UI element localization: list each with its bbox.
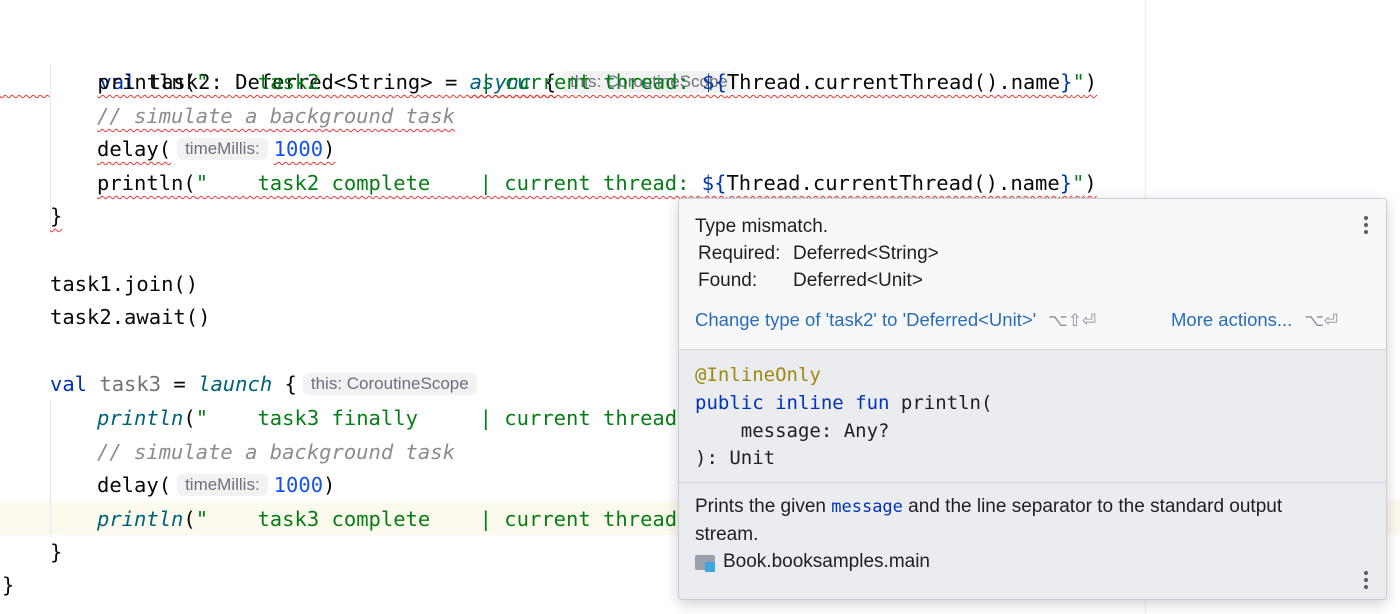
signature-name: println( bbox=[889, 392, 993, 414]
string-literal: " task3 complete | current thread: bbox=[195, 507, 702, 531]
code-line-11[interactable]: // simulate a background task bbox=[97, 435, 455, 469]
equals: = bbox=[161, 372, 199, 396]
found-label: Found: bbox=[698, 270, 758, 291]
inlay-hint-param: timeMillis: bbox=[177, 138, 268, 160]
signature-param: message: Any? bbox=[695, 420, 890, 442]
module-info: Book.booksamples.main bbox=[695, 551, 930, 573]
delay-call: delay( bbox=[97, 473, 172, 497]
code-line-5[interactable]: println(" task2 complete | current threa… bbox=[0, 166, 1097, 200]
more-actions-label[interactable]: More actions... bbox=[1171, 309, 1292, 330]
string-end: " bbox=[1072, 70, 1085, 94]
brace-close: } bbox=[50, 204, 63, 228]
signature-keywords: public inline fun bbox=[695, 392, 890, 414]
interp-open: ${ bbox=[702, 70, 727, 94]
code-line-15[interactable]: } bbox=[2, 568, 14, 602]
keyword-val: val bbox=[50, 372, 88, 396]
quick-fix-label[interactable]: Change type of 'task2' to 'Deferred<Unit… bbox=[695, 309, 1036, 330]
required-value: Deferred<String> bbox=[793, 243, 939, 264]
string-end: " bbox=[1072, 171, 1085, 195]
code-line-6[interactable]: } bbox=[0, 199, 62, 233]
paren-open: ( bbox=[183, 406, 196, 430]
signature-line: public inline fun println( bbox=[695, 392, 992, 414]
error-title: Type mismatch. bbox=[695, 216, 829, 237]
task2-await: task2.await() bbox=[50, 305, 211, 329]
task1-join: task1.join() bbox=[50, 272, 199, 296]
println-call: println bbox=[97, 507, 184, 531]
quick-fix-shortcut: ⌥⇧⏎ bbox=[1048, 311, 1097, 330]
paren-open: ( bbox=[183, 507, 196, 531]
string-literal: " task3 finally | current thread: bbox=[195, 406, 702, 430]
variable-name: task3 bbox=[87, 372, 162, 396]
paren-close: ) bbox=[1084, 171, 1097, 195]
annotation: @InlineOnly bbox=[695, 364, 821, 386]
number-literal: 1000 bbox=[273, 137, 324, 161]
string-literal: " task2 complete | current thread: bbox=[195, 171, 702, 195]
code-line-10[interactable]: println(" task3 finally | current thread… bbox=[97, 401, 702, 435]
doc-param-link[interactable]: message bbox=[831, 497, 903, 517]
error-quick-doc-popup[interactable]: Type mismatch. Required: Deferred<String… bbox=[678, 198, 1387, 600]
string-literal: " task2 | current thread: bbox=[196, 70, 703, 94]
comment: // simulate a background task bbox=[97, 440, 455, 464]
println-call: println bbox=[97, 406, 184, 430]
interp-close: } bbox=[1060, 70, 1073, 94]
doc-description: Prints the given message and the line se… bbox=[695, 493, 1335, 548]
brace-open: { bbox=[272, 372, 297, 396]
module-name: Book.booksamples.main bbox=[723, 551, 930, 572]
paren-close: ) bbox=[323, 473, 336, 497]
code-line-2[interactable]: println(" task2 | current thread: ${Thre… bbox=[0, 65, 1097, 99]
brace-close: } bbox=[50, 540, 63, 564]
inlay-hint-scope: this: CoroutineScope bbox=[302, 373, 477, 395]
code-line-9[interactable]: val task3 = launch {this: CoroutineScope bbox=[50, 367, 483, 401]
vertical-dots-icon[interactable] bbox=[1363, 216, 1369, 234]
launch-call: launch bbox=[198, 372, 273, 396]
code-line-8[interactable]: task2.await() bbox=[50, 300, 210, 334]
comment: // simulate a background task bbox=[97, 104, 455, 128]
quick-fix-action[interactable]: Change type of 'task2' to 'Deferred<Unit… bbox=[695, 309, 1096, 331]
code-line-3[interactable]: // simulate a background task bbox=[0, 99, 455, 133]
indent-guide bbox=[50, 400, 51, 535]
interp-expr: Thread.currentThread().name bbox=[726, 171, 1060, 195]
found-value: Deferred<Unit> bbox=[793, 270, 923, 291]
code-line-7[interactable]: task1.join() bbox=[50, 267, 198, 301]
code-line-4[interactable]: delay(timeMillis: 1000) bbox=[0, 132, 340, 166]
module-folder-icon bbox=[695, 553, 717, 572]
inlay-hint-param: timeMillis: bbox=[177, 474, 268, 496]
delay-call: delay( bbox=[97, 137, 172, 161]
code-line-1[interactable]: val task2: Deferred<String> = async {thi… bbox=[50, 31, 742, 94]
interp-expr: Thread.currentThread().name bbox=[726, 70, 1061, 94]
interp-open: ${ bbox=[701, 171, 727, 195]
signature-section: @InlineOnly public inline fun println( m… bbox=[679, 350, 1386, 482]
error-section: Type mismatch. Required: Deferred<String… bbox=[679, 199, 1386, 349]
more-actions-shortcut: ⌥⏎ bbox=[1304, 311, 1339, 330]
doc-text-part: Prints the given bbox=[695, 496, 832, 517]
println-call: println( bbox=[97, 70, 197, 94]
more-actions-link[interactable]: More actions... ⌥⏎ bbox=[1171, 309, 1338, 331]
paren-close: ) bbox=[1084, 70, 1098, 94]
println-call: println( bbox=[97, 171, 196, 195]
code-line-12[interactable]: delay(timeMillis: 1000) bbox=[97, 468, 335, 502]
brace-close: } bbox=[2, 573, 15, 597]
required-label: Required: bbox=[698, 243, 781, 264]
number-literal: 1000 bbox=[273, 473, 324, 497]
doc-section: Prints the given message and the line se… bbox=[679, 483, 1386, 599]
code-line-13[interactable]: println(" task3 complete | current threa… bbox=[97, 502, 702, 536]
vertical-dots-icon[interactable] bbox=[1363, 571, 1369, 589]
signature-return: ): Unit bbox=[695, 447, 776, 469]
interp-close: } bbox=[1059, 171, 1073, 195]
code-line-14[interactable]: } bbox=[50, 535, 62, 569]
paren-close: ) bbox=[323, 137, 336, 161]
